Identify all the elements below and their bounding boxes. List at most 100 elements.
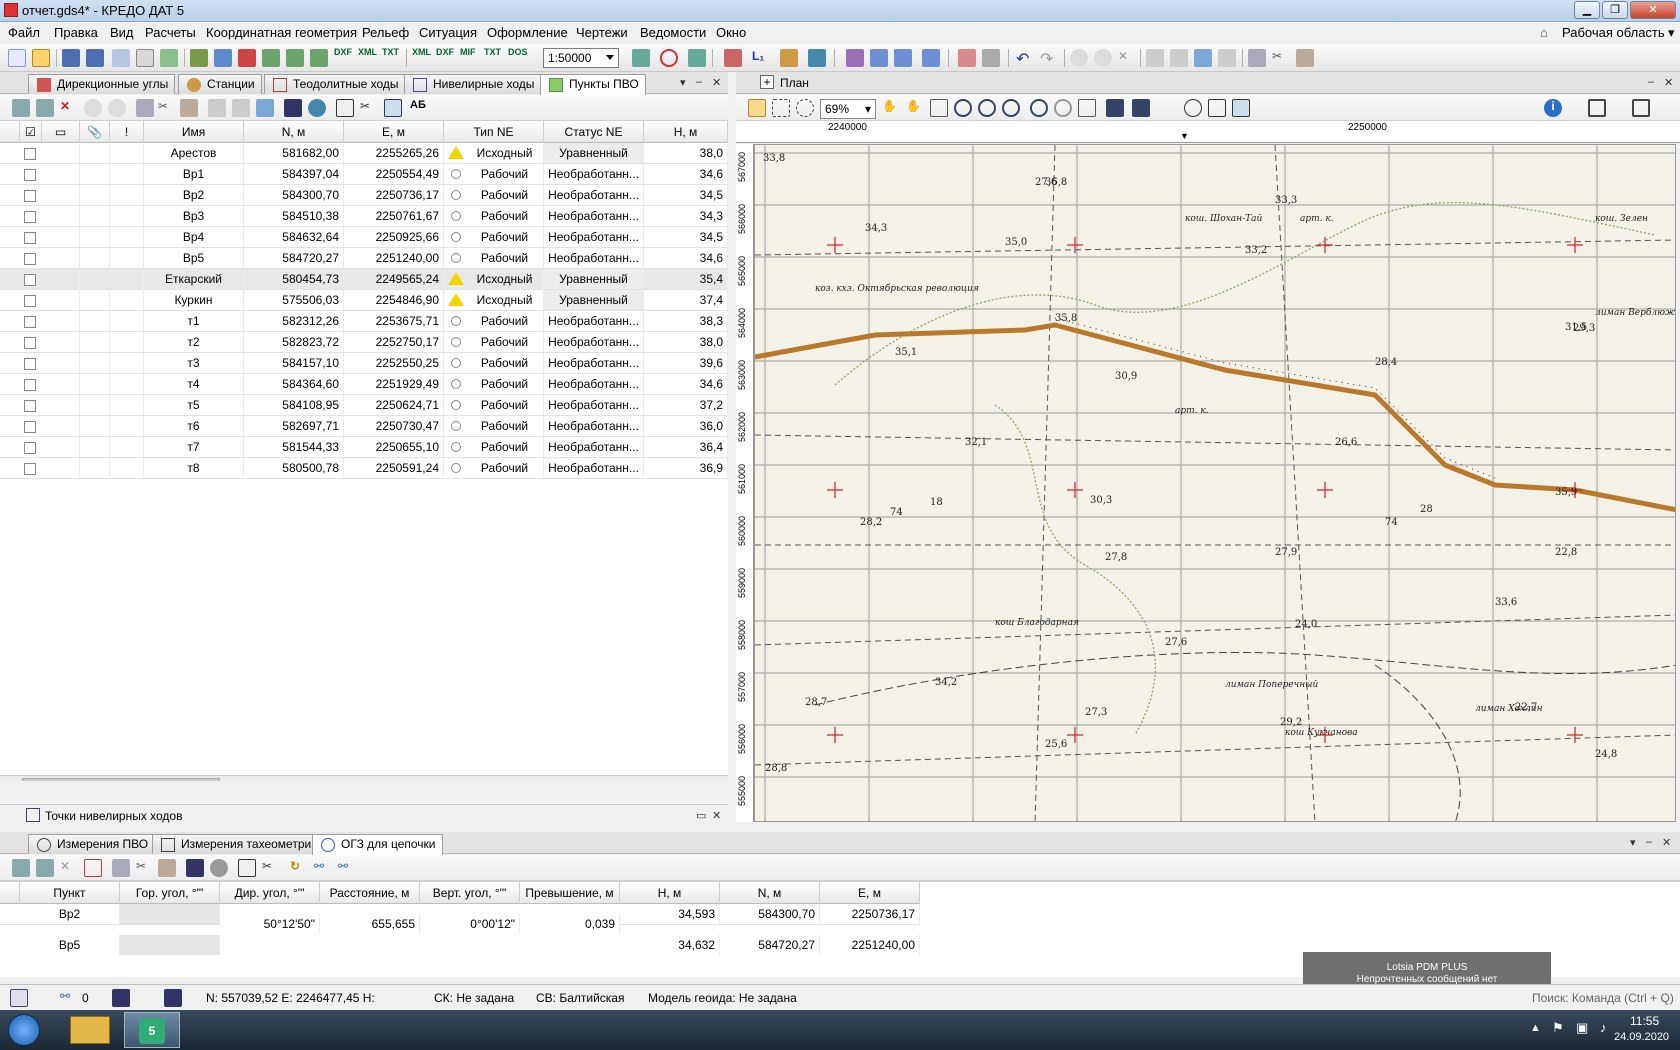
status-cell[interactable]: Необработанн... xyxy=(544,332,644,352)
add-points-icon[interactable] xyxy=(36,99,54,117)
h-cell[interactable]: 34,5 xyxy=(644,227,728,247)
print-icon[interactable] xyxy=(112,49,130,67)
col-n[interactable]: N, м xyxy=(244,121,344,143)
row-checkbox[interactable] xyxy=(24,211,36,223)
e-cell[interactable]: 2252550,25 xyxy=(344,353,444,373)
tray-up-icon[interactable]: ▲ xyxy=(1530,1022,1541,1034)
row-checkbox[interactable] xyxy=(24,400,36,412)
n-cell[interactable]: 584300,70 xyxy=(720,904,820,924)
row-checkbox[interactable] xyxy=(24,274,36,286)
panel-close-icon[interactable]: ✕ xyxy=(712,76,721,89)
save-icon[interactable] xyxy=(62,49,80,67)
l1-icon[interactable]: L₁ xyxy=(752,49,770,67)
menu-calc[interactable]: Расчеты xyxy=(145,25,196,40)
export-icon[interactable] xyxy=(214,49,232,67)
import-txt-button[interactable]: TXT xyxy=(382,47,399,57)
filter2-icon[interactable] xyxy=(1132,99,1150,117)
row-checkbox[interactable] xyxy=(24,295,36,307)
paste-row-icon[interactable] xyxy=(158,859,176,877)
type-cell[interactable]: Рабочий xyxy=(444,374,544,394)
zoom-extents-icon[interactable] xyxy=(1078,99,1096,117)
status-cell[interactable]: Необработанн... xyxy=(544,353,644,373)
import-xml-button[interactable]: XML xyxy=(358,47,377,57)
n-cell[interactable]: 575506,03 xyxy=(244,290,344,310)
col-e[interactable]: E, м xyxy=(820,882,920,904)
type-cell[interactable]: Рабочий xyxy=(444,416,544,436)
table-row[interactable]: Куркин 575506,03 2254846,90 Исходный Уравнен… xyxy=(0,290,728,311)
table-row[interactable]: т8 580500,78 2250591,24 Рабочий Необработанн… xyxy=(0,458,728,479)
col-n[interactable]: N, м xyxy=(720,882,820,904)
n-cell[interactable]: 584364,60 xyxy=(244,374,344,394)
map-canvas[interactable]: 33,8 36,8 33,3 34,3 35,0 33,2 арт. к. кош. Шоха… xyxy=(754,144,1676,822)
tab-tacheometry[interactable]: Измерения тахеометрии xyxy=(152,834,325,854)
tools-icon[interactable] xyxy=(922,49,940,67)
volume-icon[interactable]: ♪ xyxy=(1600,1020,1607,1035)
chain-icon[interactable]: ⚯ xyxy=(314,859,332,877)
refresh-icon[interactable]: ↻ xyxy=(290,859,308,877)
axes-icon[interactable] xyxy=(688,49,706,67)
select-c-icon[interactable] xyxy=(256,99,274,117)
zoom-in-icon[interactable] xyxy=(954,99,972,117)
zoom-all-icon[interactable] xyxy=(1002,99,1020,117)
col-distance[interactable]: Расстояние, м xyxy=(320,882,420,904)
n-cell[interactable]: 581682,00 xyxy=(244,143,344,163)
select-b-icon[interactable] xyxy=(232,99,250,117)
chart-icon[interactable] xyxy=(780,49,798,67)
add-point-icon[interactable] xyxy=(12,99,30,117)
col-hor-angle[interactable]: Гор. угол, °'" xyxy=(120,882,220,904)
type-cell[interactable]: Рабочий xyxy=(444,227,544,247)
copy-point-icon[interactable] xyxy=(136,99,154,117)
restore-button[interactable]: ❐ xyxy=(1602,1,1628,19)
status-cell[interactable]: Уравненный xyxy=(544,143,644,163)
traverse-icon[interactable] xyxy=(724,49,742,67)
e-cell[interactable]: 2250730,47 xyxy=(344,416,444,436)
attach-col-icon[interactable]: 📎 xyxy=(80,121,110,143)
status-cell[interactable]: Необработанн... xyxy=(544,395,644,415)
col-point[interactable]: Пункт xyxy=(20,882,120,904)
table-row[interactable]: Арестов 581682,00 2255265,26 Исходный Уравне… xyxy=(0,143,728,164)
col-height-diff[interactable]: Превышение, м xyxy=(520,882,620,904)
zoom-next-icon[interactable] xyxy=(1054,99,1072,117)
import-dxf-button[interactable]: DXF xyxy=(334,47,352,57)
n-cell[interactable]: 584157,10 xyxy=(244,353,344,373)
h-cell[interactable]: 36,9 xyxy=(644,458,728,478)
type-cell[interactable]: Рабочий xyxy=(444,332,544,352)
frame-icon[interactable] xyxy=(1208,99,1226,117)
columns-icon[interactable]: ✂ xyxy=(360,99,378,117)
col-e[interactable]: E, м xyxy=(344,121,444,143)
type-cell[interactable]: Рабочий xyxy=(444,248,544,268)
panel-close-icon[interactable]: ✕ xyxy=(712,809,721,822)
name-cell[interactable]: т3 xyxy=(144,353,244,373)
calc-icon[interactable] xyxy=(632,49,650,67)
name-cell[interactable]: т6 xyxy=(144,416,244,436)
row-checkbox[interactable] xyxy=(24,442,36,454)
col-h[interactable]: H, м xyxy=(620,882,720,904)
cut-row-icon[interactable]: ✂ xyxy=(136,859,154,877)
e-cell[interactable]: 2250655,10 xyxy=(344,437,444,457)
bulb-off-icon[interactable] xyxy=(1094,49,1112,67)
table-row[interactable]: Вр4 584632,64 2250925,66 Рабочий Необработан… xyxy=(0,227,728,248)
type-cell[interactable]: Рабочий xyxy=(444,437,544,457)
preview-icon[interactable] xyxy=(136,49,154,67)
panel-close-icon[interactable]: ✕ xyxy=(1662,836,1671,849)
h-cell[interactable]: 35,4 xyxy=(644,269,728,289)
tab-stations[interactable]: Станции xyxy=(178,74,262,94)
type-cell[interactable]: Рабочий xyxy=(444,395,544,415)
stop-icon[interactable] xyxy=(660,49,678,67)
col-name[interactable]: Имя xyxy=(144,121,244,143)
filter-icon[interactable] xyxy=(1106,99,1124,117)
row-checkbox[interactable] xyxy=(24,463,36,475)
panel-minimize-icon[interactable]: – xyxy=(1646,836,1652,848)
find-icon[interactable] xyxy=(308,99,326,117)
h-cell[interactable]: 38,3 xyxy=(644,311,728,331)
e-cell[interactable]: 2250554,49 xyxy=(344,164,444,184)
table-row[interactable]: Еткарский 580454,73 2249565,24 Исходный Урав… xyxy=(0,269,728,290)
menu-situation[interactable]: Ситуация xyxy=(419,25,477,40)
columns-icon[interactable]: ✂ xyxy=(262,859,280,877)
name-cell[interactable]: т5 xyxy=(144,395,244,415)
menu-edit[interactable]: Правка xyxy=(54,25,98,40)
panel-menu-icon[interactable]: ▾ xyxy=(680,76,686,89)
type-cell[interactable]: Рабочий xyxy=(444,206,544,226)
clock-time[interactable]: 11:55 xyxy=(1630,1014,1659,1028)
name-cell[interactable]: Вр2 xyxy=(144,185,244,205)
